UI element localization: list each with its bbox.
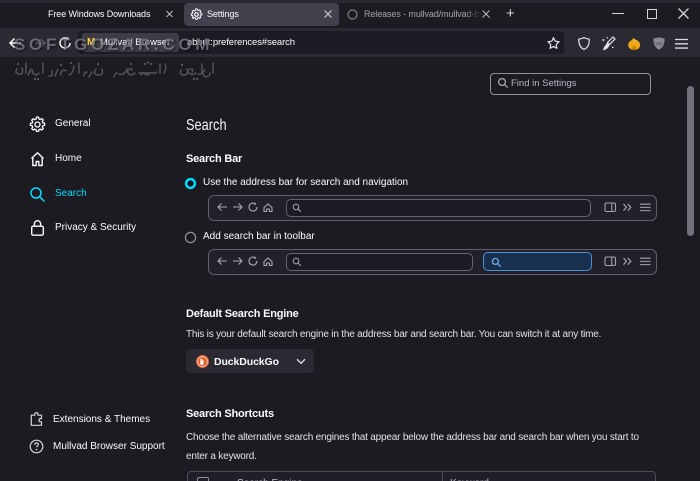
svg-text:UO: UO <box>656 41 663 46</box>
